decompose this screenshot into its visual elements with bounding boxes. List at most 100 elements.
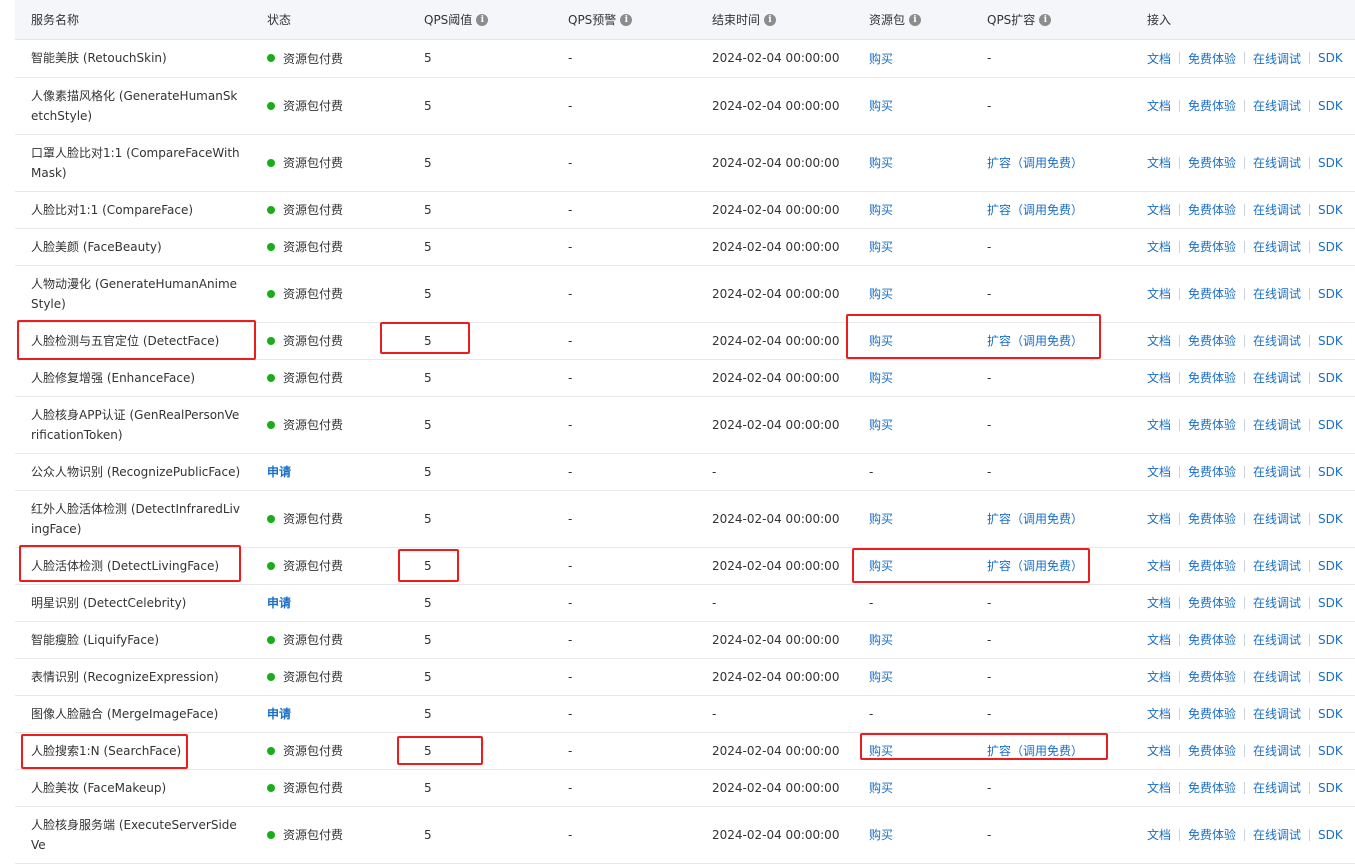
doc-link[interactable]: 文档: [1147, 668, 1171, 685]
buy-link[interactable]: 购买: [869, 238, 893, 255]
sdk-link[interactable]: SDK: [1318, 633, 1343, 647]
sdk-link[interactable]: SDK: [1318, 465, 1343, 479]
sdk-link[interactable]: SDK: [1318, 828, 1343, 842]
apply-link[interactable]: 申请: [267, 705, 291, 722]
online-debug-link[interactable]: 在线调试: [1253, 668, 1301, 685]
doc-link[interactable]: 文档: [1147, 705, 1171, 722]
online-debug-link[interactable]: 在线调试: [1253, 97, 1301, 114]
online-debug-link[interactable]: 在线调试: [1253, 369, 1301, 386]
doc-link[interactable]: 文档: [1147, 557, 1171, 574]
online-debug-link[interactable]: 在线调试: [1253, 154, 1301, 171]
buy-link[interactable]: 购买: [869, 50, 893, 67]
buy-link[interactable]: 购买: [869, 332, 893, 349]
doc-link[interactable]: 文档: [1147, 97, 1171, 114]
buy-link[interactable]: 购买: [869, 631, 893, 648]
online-debug-link[interactable]: 在线调试: [1253, 742, 1301, 759]
doc-link[interactable]: 文档: [1147, 369, 1171, 386]
doc-link[interactable]: 文档: [1147, 779, 1171, 796]
doc-link[interactable]: 文档: [1147, 416, 1171, 433]
online-debug-link[interactable]: 在线调试: [1253, 705, 1301, 722]
expand-link[interactable]: 扩容（调用免费）: [987, 510, 1083, 527]
info-icon[interactable]: i: [909, 13, 922, 26]
doc-link[interactable]: 文档: [1147, 332, 1171, 349]
doc-link[interactable]: 文档: [1147, 463, 1171, 480]
sdk-link[interactable]: SDK: [1318, 781, 1343, 795]
info-icon[interactable]: i: [764, 13, 777, 26]
free-trial-link[interactable]: 免费体验: [1188, 154, 1236, 171]
online-debug-link[interactable]: 在线调试: [1253, 238, 1301, 255]
sdk-link[interactable]: SDK: [1318, 287, 1343, 301]
info-icon[interactable]: i: [1039, 13, 1052, 26]
buy-link[interactable]: 购买: [869, 97, 893, 114]
free-trial-link[interactable]: 免费体验: [1188, 332, 1236, 349]
buy-link[interactable]: 购买: [869, 742, 893, 759]
free-trial-link[interactable]: 免费体验: [1188, 510, 1236, 527]
online-debug-link[interactable]: 在线调试: [1253, 285, 1301, 302]
expand-link[interactable]: 扩容（调用免费）: [987, 332, 1083, 349]
free-trial-link[interactable]: 免费体验: [1188, 238, 1236, 255]
sdk-link[interactable]: SDK: [1318, 512, 1343, 526]
free-trial-link[interactable]: 免费体验: [1188, 97, 1236, 114]
doc-link[interactable]: 文档: [1147, 201, 1171, 218]
buy-link[interactable]: 购买: [869, 779, 893, 796]
sdk-link[interactable]: SDK: [1318, 559, 1343, 573]
sdk-link[interactable]: SDK: [1318, 371, 1343, 385]
doc-link[interactable]: 文档: [1147, 50, 1171, 67]
apply-link[interactable]: 申请: [267, 594, 291, 611]
sdk-link[interactable]: SDK: [1318, 203, 1343, 217]
online-debug-link[interactable]: 在线调试: [1253, 50, 1301, 67]
free-trial-link[interactable]: 免费体验: [1188, 594, 1236, 611]
doc-link[interactable]: 文档: [1147, 238, 1171, 255]
expand-link[interactable]: 扩容（调用免费）: [987, 742, 1083, 759]
buy-link[interactable]: 购买: [869, 154, 893, 171]
free-trial-link[interactable]: 免费体验: [1188, 631, 1236, 648]
online-debug-link[interactable]: 在线调试: [1253, 826, 1301, 843]
doc-link[interactable]: 文档: [1147, 631, 1171, 648]
free-trial-link[interactable]: 免费体验: [1188, 668, 1236, 685]
free-trial-link[interactable]: 免费体验: [1188, 742, 1236, 759]
free-trial-link[interactable]: 免费体验: [1188, 779, 1236, 796]
sdk-link[interactable]: SDK: [1318, 707, 1343, 721]
online-debug-link[interactable]: 在线调试: [1253, 594, 1301, 611]
online-debug-link[interactable]: 在线调试: [1253, 557, 1301, 574]
free-trial-link[interactable]: 免费体验: [1188, 50, 1236, 67]
online-debug-link[interactable]: 在线调试: [1253, 463, 1301, 480]
sdk-link[interactable]: SDK: [1318, 744, 1343, 758]
doc-link[interactable]: 文档: [1147, 594, 1171, 611]
free-trial-link[interactable]: 免费体验: [1188, 463, 1236, 480]
sdk-link[interactable]: SDK: [1318, 670, 1343, 684]
expand-link[interactable]: 扩容（调用免费）: [987, 154, 1083, 171]
online-debug-link[interactable]: 在线调试: [1253, 201, 1301, 218]
sdk-link[interactable]: SDK: [1318, 99, 1343, 113]
online-debug-link[interactable]: 在线调试: [1253, 416, 1301, 433]
free-trial-link[interactable]: 免费体验: [1188, 557, 1236, 574]
online-debug-link[interactable]: 在线调试: [1253, 332, 1301, 349]
free-trial-link[interactable]: 免费体验: [1188, 705, 1236, 722]
expand-link[interactable]: 扩容（调用免费）: [987, 557, 1083, 574]
free-trial-link[interactable]: 免费体验: [1188, 285, 1236, 302]
buy-link[interactable]: 购买: [869, 416, 893, 433]
buy-link[interactable]: 购买: [869, 285, 893, 302]
sdk-link[interactable]: SDK: [1318, 51, 1343, 65]
sdk-link[interactable]: SDK: [1318, 418, 1343, 432]
buy-link[interactable]: 购买: [869, 668, 893, 685]
doc-link[interactable]: 文档: [1147, 154, 1171, 171]
doc-link[interactable]: 文档: [1147, 285, 1171, 302]
apply-link[interactable]: 申请: [267, 463, 291, 480]
expand-link[interactable]: 扩容（调用免费）: [987, 201, 1083, 218]
free-trial-link[interactable]: 免费体验: [1188, 416, 1236, 433]
buy-link[interactable]: 购买: [869, 510, 893, 527]
sdk-link[interactable]: SDK: [1318, 596, 1343, 610]
online-debug-link[interactable]: 在线调试: [1253, 510, 1301, 527]
doc-link[interactable]: 文档: [1147, 826, 1171, 843]
free-trial-link[interactable]: 免费体验: [1188, 369, 1236, 386]
buy-link[interactable]: 购买: [869, 369, 893, 386]
online-debug-link[interactable]: 在线调试: [1253, 631, 1301, 648]
buy-link[interactable]: 购买: [869, 557, 893, 574]
sdk-link[interactable]: SDK: [1318, 156, 1343, 170]
free-trial-link[interactable]: 免费体验: [1188, 201, 1236, 218]
sdk-link[interactable]: SDK: [1318, 334, 1343, 348]
buy-link[interactable]: 购买: [869, 826, 893, 843]
doc-link[interactable]: 文档: [1147, 510, 1171, 527]
doc-link[interactable]: 文档: [1147, 742, 1171, 759]
